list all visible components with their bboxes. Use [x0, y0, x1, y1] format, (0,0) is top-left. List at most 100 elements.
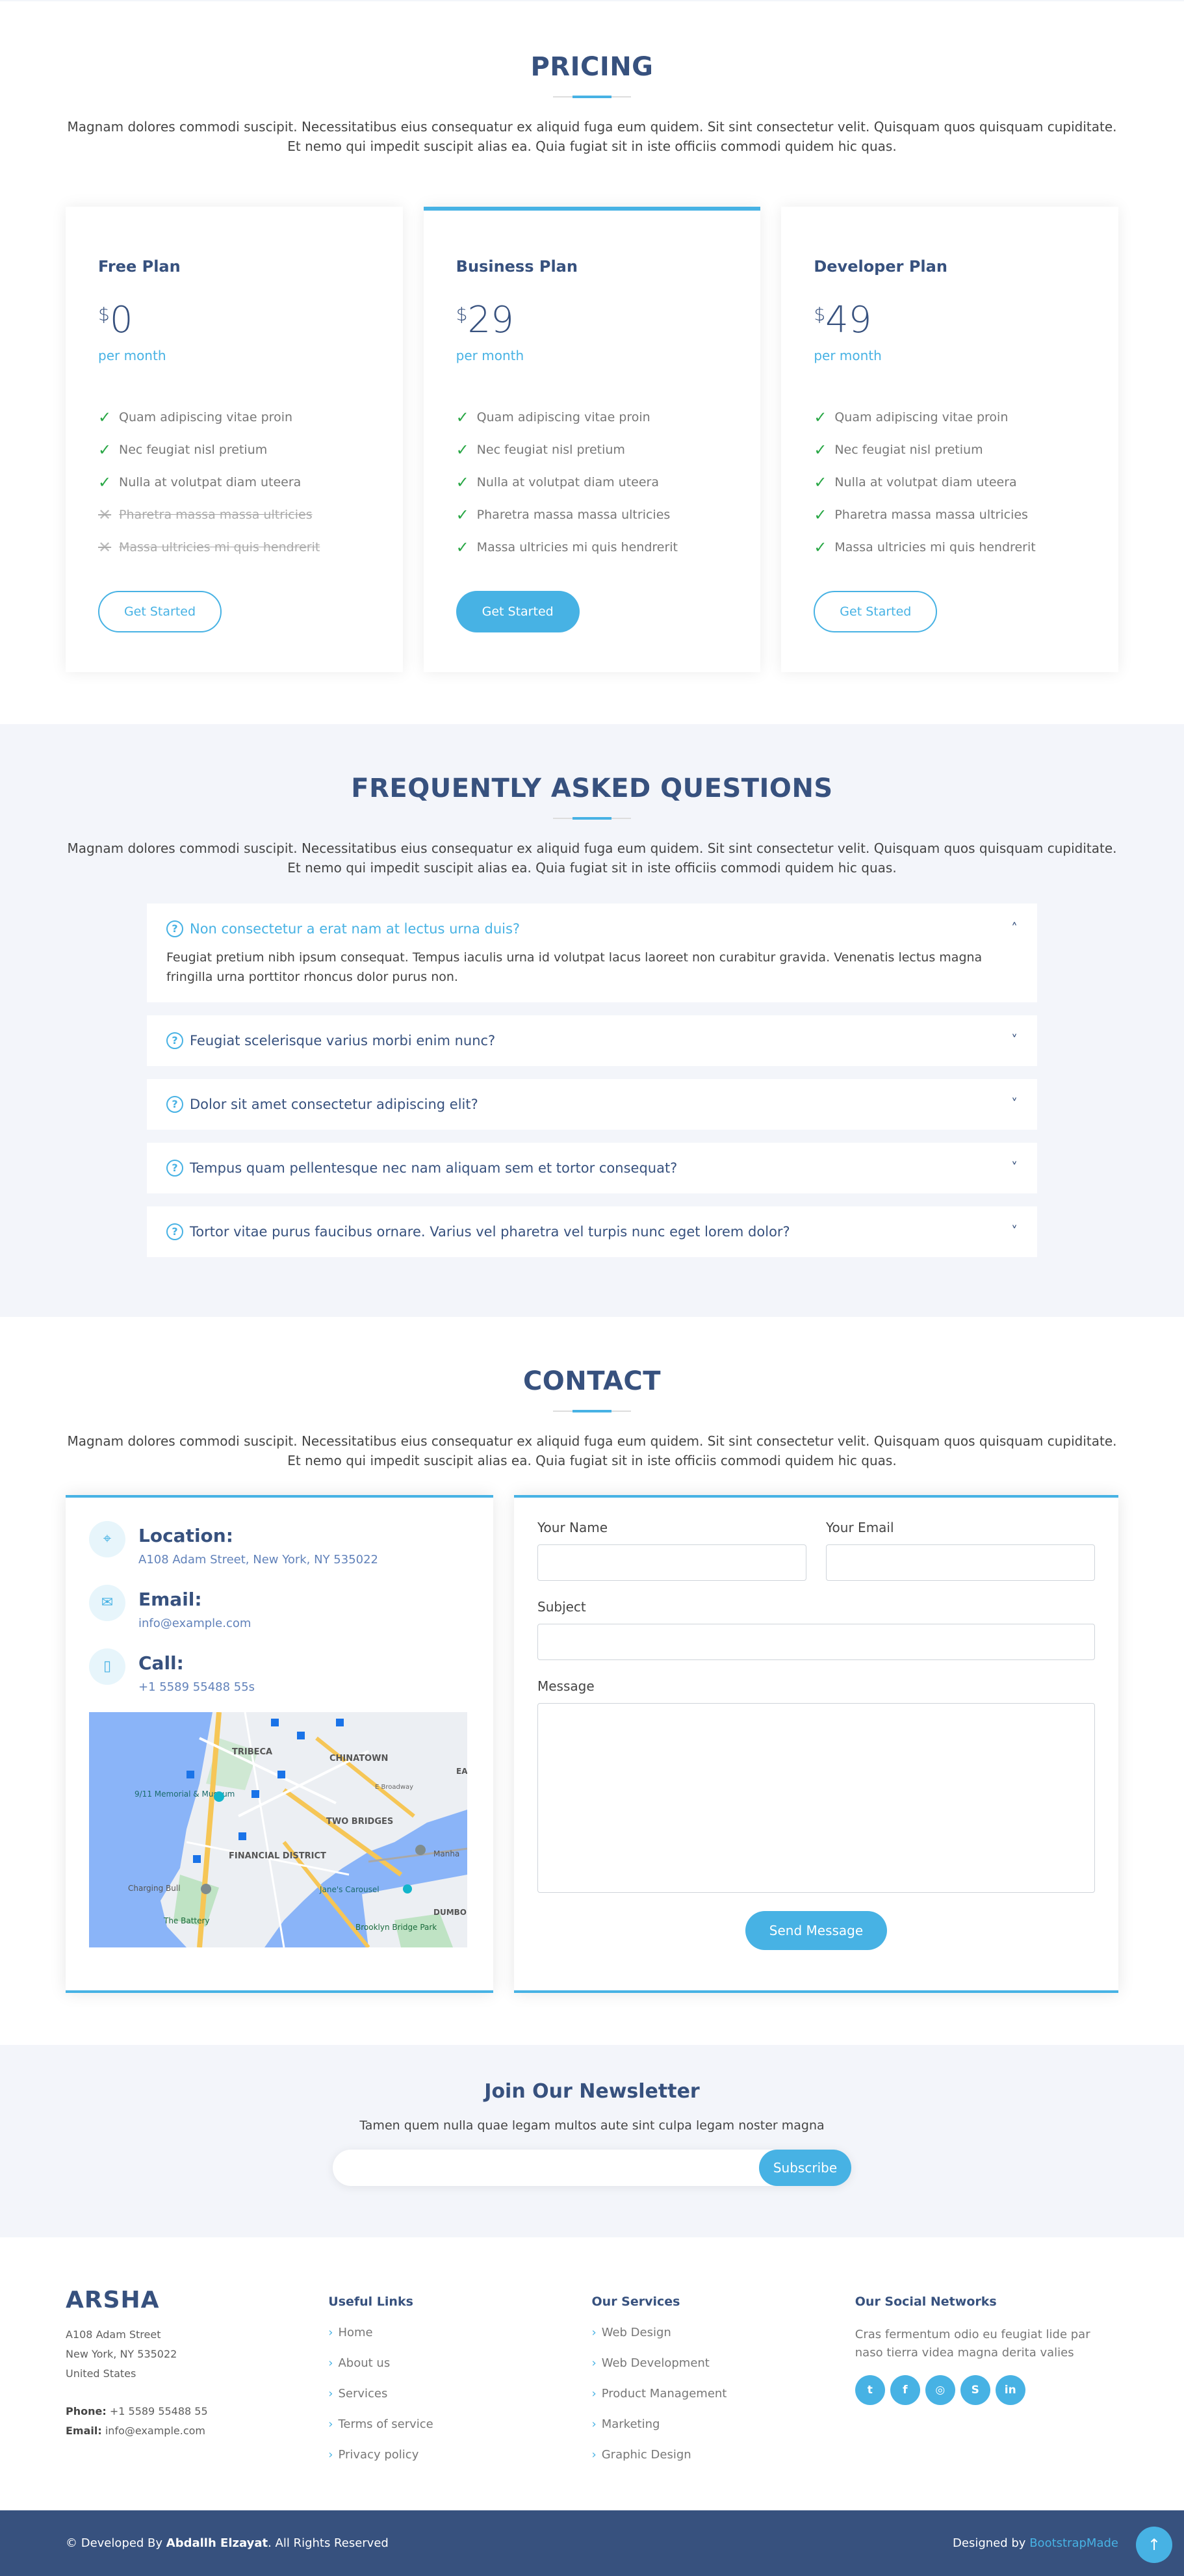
feature-label: Nec feugiat nisl pretium: [119, 443, 268, 457]
footer-link[interactable]: › About us: [328, 2356, 591, 2387]
faq-item[interactable]: ? Feugiat scelerisque varius morbi enim n…: [147, 1015, 1037, 1066]
subject-label: Subject: [537, 1599, 586, 1615]
email-value[interactable]: info@example.com: [138, 1617, 251, 1630]
check-icon: ✓: [814, 408, 827, 426]
faq-section: FREQUENTLY ASKED QUESTIONS Magnam dolore…: [0, 724, 1184, 1317]
faq-question[interactable]: ? Tortor vitae purus faucibus ornare. Var…: [166, 1206, 1018, 1257]
email-label: Email:: [138, 1589, 202, 1610]
credits: Designed by BootstrapMade: [953, 2536, 1118, 2550]
footer-link[interactable]: › Graphic Design: [592, 2448, 855, 2478]
price-value: 29: [467, 299, 514, 341]
call-info: ▯ Call: +1 5589 55488 55s: [89, 1648, 470, 1694]
name-input[interactable]: [537, 1544, 806, 1581]
plan-name: Developer Plan: [814, 257, 947, 276]
email-input[interactable]: [826, 1544, 1095, 1581]
footer-link[interactable]: › Web Development: [592, 2356, 855, 2387]
location-value: A108 Adam Street, New York, NY 535022: [138, 1553, 378, 1567]
check-icon: ✓: [98, 408, 112, 426]
send-message-button[interactable]: Send Message: [745, 1911, 887, 1950]
feature-label: Massa ultricies mi quis hendrerit: [476, 540, 678, 554]
services-col: Our Services › Web Design › Web Development…: [592, 2287, 855, 2478]
map-label-two-bridges: TWO BRIDGES: [326, 1817, 393, 1827]
feature-item: ✓ Quam adipiscing vitae proin: [456, 401, 728, 434]
get-started-button[interactable]: Get Started: [814, 591, 938, 632]
footer-phone: Phone: +1 5589 55488 55: [66, 2402, 328, 2421]
message-textarea[interactable]: [537, 1703, 1095, 1893]
twitter-icon[interactable]: t: [855, 2375, 885, 2405]
chevron-right-icon: ›: [591, 2326, 597, 2339]
skype-icon[interactable]: S: [960, 2375, 990, 2405]
footer-brand[interactable]: ARSHA: [66, 2287, 328, 2313]
message-label: Message: [537, 1678, 595, 1694]
linkedin-icon[interactable]: in: [995, 2375, 1025, 2405]
feature-item: ✓ Nec feugiat nisl pretium: [456, 434, 728, 466]
call-value[interactable]: +1 5589 55488 55s: [138, 1680, 255, 1694]
chevron-up-icon[interactable]: ˄: [1011, 920, 1018, 936]
footer-link[interactable]: › Terms of service: [328, 2417, 591, 2448]
feature-label: Pharetra massa massa ultricies: [476, 508, 671, 522]
faq-answer: Feugiat pretium nibh ipsum consequat. Te…: [166, 950, 983, 984]
faq-question[interactable]: ? Feugiat scelerisque varius morbi enim n…: [166, 1015, 1018, 1066]
social-text: Cras fermentum odio eu feugiat lide par …: [855, 2328, 1090, 2360]
feature-item: ✓ Pharetra massa massa ultricies: [814, 499, 1086, 531]
instagram-icon[interactable]: ◎: [925, 2375, 955, 2405]
feature-label: Nec feugiat nisl pretium: [476, 443, 625, 457]
feature-item: ✓ Pharetra massa massa ultricies: [456, 499, 728, 531]
currency-symbol: $: [98, 304, 110, 325]
chevron-down-icon[interactable]: ˅: [1011, 1223, 1018, 1239]
map-graphic: TRIBECA CHINATOWN 9/11 Memorial & Museum…: [89, 1712, 467, 1947]
address-line: A108 Adam Street: [66, 2328, 161, 2341]
chevron-down-icon[interactable]: ˅: [1011, 1032, 1018, 1048]
price-value: 0: [109, 299, 133, 341]
faq-title: FREQUENTLY ASKED QUESTIONS: [351, 774, 833, 803]
footer-link-label: About us: [338, 2356, 391, 2370]
facebook-icon[interactable]: f: [890, 2375, 920, 2405]
footer-link[interactable]: › Web Design: [592, 2326, 855, 2356]
get-started-button[interactable]: Get Started: [98, 591, 222, 632]
faq-title-block: FREQUENTLY ASKED QUESTIONS Magnam dolore…: [66, 774, 1118, 878]
check-icon: ✓: [456, 473, 469, 491]
subject-input[interactable]: [537, 1624, 1095, 1660]
back-to-top-button[interactable]: ↑: [1136, 2527, 1172, 2563]
designer-link[interactable]: BootstrapMade: [1029, 2536, 1118, 2550]
faq-question[interactable]: ? Tempus quam pellentesque nec nam aliqua…: [166, 1143, 1018, 1193]
plan-name: Free Plan: [98, 257, 181, 276]
map-label-e-broadway: E Broadway: [375, 1784, 413, 1791]
phone-value: +1 5589 55488 55: [109, 2405, 208, 2417]
footer-link-label: Services: [338, 2387, 388, 2400]
faq-item[interactable]: ? Tortor vitae purus faucibus ornare. Var…: [147, 1206, 1037, 1257]
footer-link[interactable]: › Services: [328, 2387, 591, 2417]
footer-link[interactable]: › Product Management: [592, 2387, 855, 2417]
subscribe-button[interactable]: Subscribe: [759, 2150, 851, 2186]
footer-link-label: Home: [338, 2326, 373, 2339]
pricing-card: Developer Plan $49 per month ✓ Quam adipisci…: [781, 207, 1119, 672]
get-started-button[interactable]: Get Started: [456, 591, 580, 632]
map-label-carousel: Jane's Carousel: [319, 1885, 380, 1894]
faq-item[interactable]: ? Non consectetur a erat nam at lectus ur…: [147, 904, 1037, 1002]
feature-item: ✕ Pharetra massa massa ultricies: [98, 499, 370, 531]
map-label-financial: FINANCIAL DISTRICT: [229, 1851, 326, 1861]
currency-symbol: $: [814, 304, 826, 325]
price-period: per month: [98, 348, 166, 363]
plan-price: $29: [456, 296, 728, 339]
chevron-down-icon[interactable]: ˅: [1011, 1096, 1018, 1112]
newsletter-form: Subscribe: [333, 2150, 851, 2186]
faq-item[interactable]: ? Tempus quam pellentesque nec nam aliqua…: [147, 1143, 1037, 1193]
footer-link[interactable]: › Home: [328, 2326, 591, 2356]
email-label: Email:: [66, 2425, 102, 2437]
chevron-down-icon[interactable]: ˅: [1011, 1160, 1018, 1175]
contact-form: Your Name Your Email Subject Message Sen…: [514, 1495, 1118, 1993]
faq-question[interactable]: ? Dolor sit amet consectetur adipiscing e…: [166, 1079, 1018, 1130]
footer-top: ARSHA A108 Adam Street New York, NY 5350…: [0, 2237, 1184, 2510]
faq-item[interactable]: ? Dolor sit amet consectetur adipiscing e…: [147, 1079, 1037, 1130]
location-map[interactable]: TRIBECA CHINATOWN 9/11 Memorial & Museum…: [89, 1712, 467, 1947]
title-underline: [553, 1410, 631, 1412]
newsletter-text: Tamen quem nulla quae legam multos aute …: [359, 2118, 825, 2133]
footer-link[interactable]: › Privacy policy: [328, 2448, 591, 2478]
newsletter-email-input[interactable]: [333, 2150, 759, 2186]
chevron-right-icon: ›: [328, 2326, 333, 2339]
check-icon: ✓: [814, 441, 827, 459]
question-icon: ?: [166, 1032, 183, 1049]
faq-question[interactable]: ? Non consectetur a erat nam at lectus ur…: [166, 904, 1018, 954]
footer-link[interactable]: › Marketing: [592, 2417, 855, 2448]
